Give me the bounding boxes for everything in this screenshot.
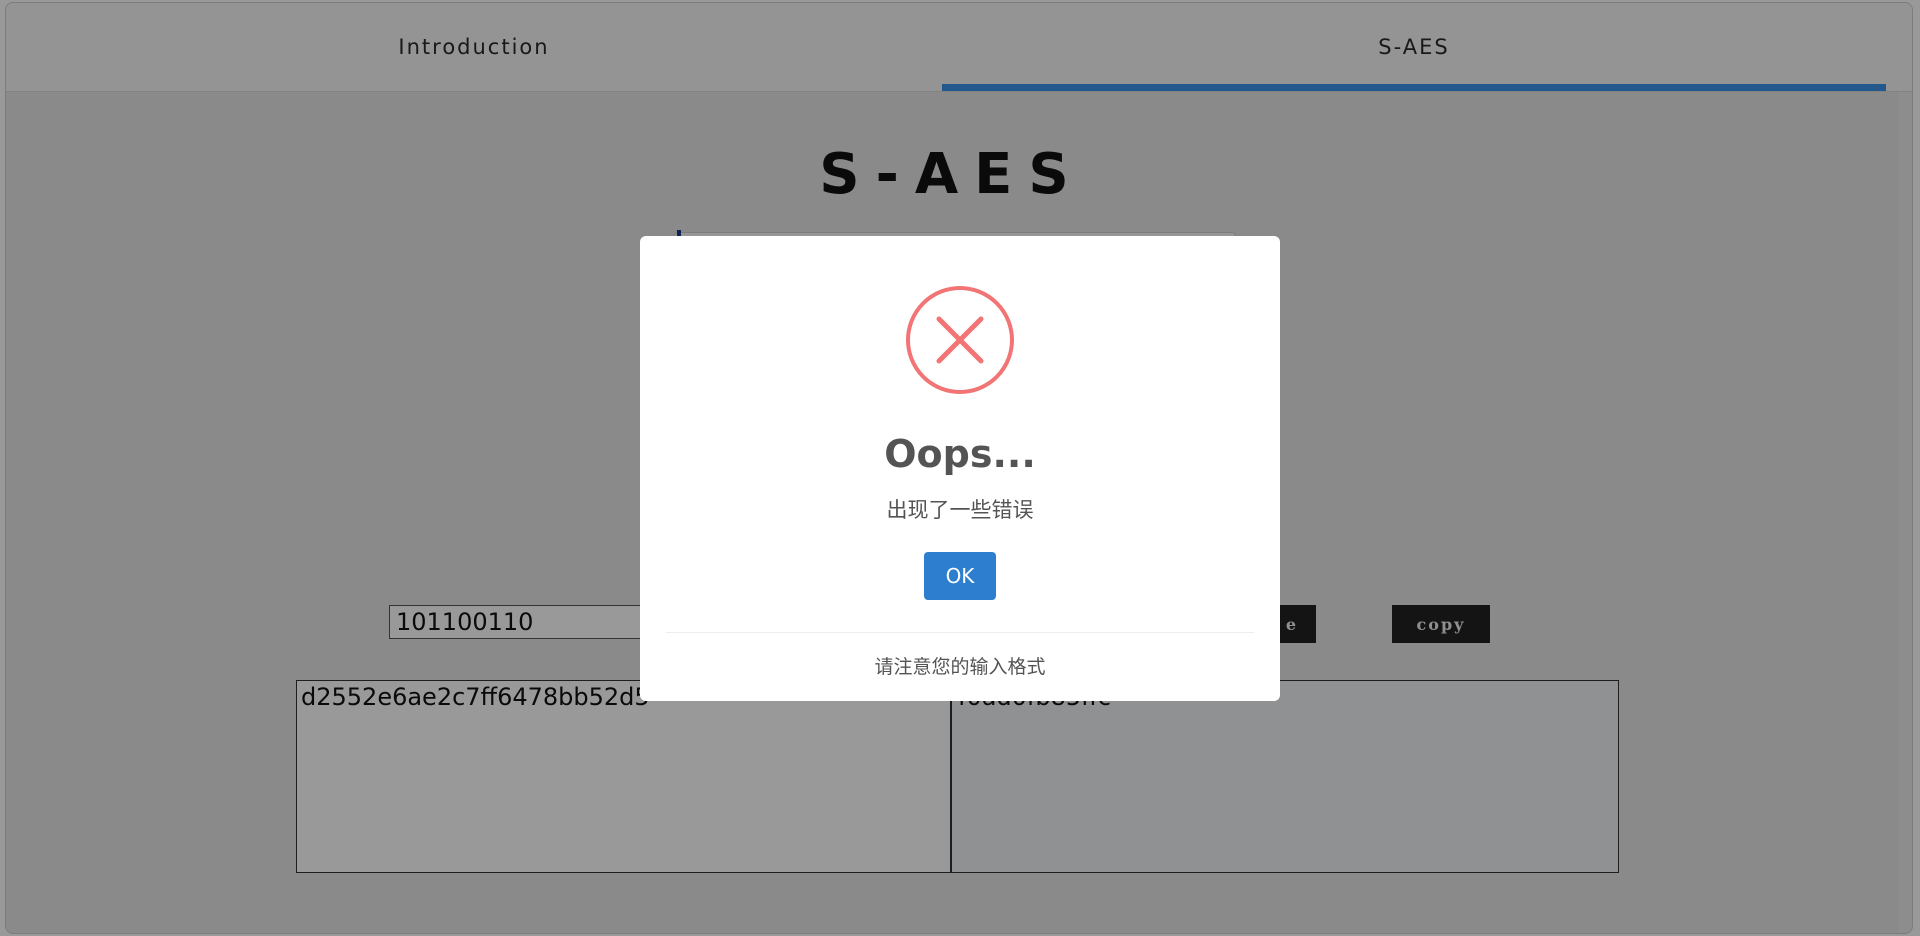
dialog-divider — [666, 632, 1254, 633]
error-x-icon — [906, 286, 1014, 394]
dialog-title: Oops... — [884, 432, 1036, 476]
ok-button[interactable]: OK — [924, 552, 996, 600]
dialog-message: 出现了一些错误 — [886, 498, 1034, 522]
dialog-footer: 请注意您的输入格式 — [874, 656, 1046, 678]
error-dialog: Oops... 出现了一些错误 OK 请注意您的输入格式 — [640, 236, 1280, 701]
